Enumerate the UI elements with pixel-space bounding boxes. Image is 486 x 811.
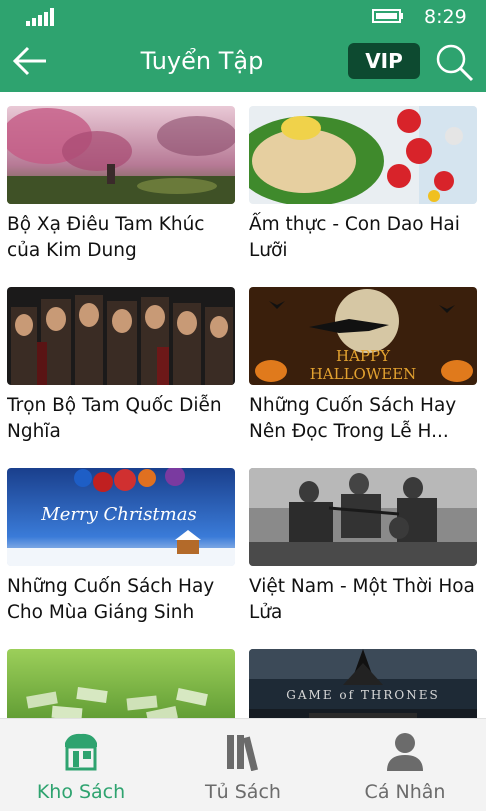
bookstore-icon [65,733,97,771]
header: Tuyển Tập VIP [0,34,486,92]
status-bar: 8:29 [0,0,486,34]
book-card[interactable]: HAPPY HALLOWEEN Những Cuốn Sách Hay Nên … [249,287,477,445]
tab-label: Kho Sách [36,781,126,803]
book-title: Bộ Xạ Điêu Tam Khúc của Kim Dung [7,214,205,261]
tab-label: Tủ Sách [205,781,281,803]
tab-kho-sach[interactable]: Kho Sách [0,719,162,811]
book-card[interactable]: Trọn Bộ Tam Quốc Diễn Nghĩa [7,287,235,445]
bottom-tab-bar: Kho Sách Tủ Sách Cá Nhân [0,718,486,811]
book-thumbnail: Merry Christmas [7,468,235,566]
book-thumbnail [7,287,235,385]
page-title: Tuyển Tập [140,47,264,75]
book-card[interactable]: Bộ Xạ Điêu Tam Khúc của Kim Dung [7,106,235,264]
book-title: Trọn Bộ Tam Quốc Diễn Nghĩa [7,395,222,442]
tab-ca-nhan[interactable]: Cá Nhân [324,719,486,811]
status-time: 8:29 [424,6,467,28]
book-title: Việt Nam - Một Thời Hoa Lửa [249,576,475,623]
tab-tu-sach[interactable]: Tủ Sách [162,719,324,811]
book-card[interactable]: GAME of THRONES [249,649,477,718]
book-thumbnail: HAPPY HALLOWEEN [249,287,477,385]
book-card[interactable]: Merry Christmas Những Cuốn Sách Hay Cho … [7,468,235,626]
book-title: Những Cuốn Sách Hay Cho Mùa Giáng Sinh [7,576,215,623]
battery-icon [372,9,403,23]
book-thumbnail: GAME of THRONES [249,649,477,718]
user-icon [387,733,423,771]
book-card[interactable]: Việt Nam - Một Thời Hoa Lửa [249,468,477,626]
book-title: Ẩm thực - Con Dao Hai Lưỡi [249,214,460,261]
book-thumbnail [249,468,477,566]
book-thumbnail [7,649,235,718]
vip-button[interactable]: VIP [348,43,420,79]
book-grid: Bộ Xạ Điêu Tam Khúc của Kim Dung Ẩm thực… [0,92,486,718]
got-title: GAME of THRONES [286,688,439,702]
halloween-line-1: HAPPY [336,347,391,365]
search-icon[interactable] [434,42,474,82]
halloween-line-2: HALLOWEEN [310,365,417,383]
bookshelf-icon [227,735,258,771]
book-card[interactable]: Ẩm thực - Con Dao Hai Lưỡi [249,106,477,264]
tab-label: Cá Nhân [364,781,446,803]
book-card[interactable] [7,649,235,718]
book-title: Những Cuốn Sách Hay Nên Đọc Trong Lễ H..… [249,395,457,442]
signal-icon [26,8,54,26]
christmas-greeting: Merry Christmas [40,504,196,525]
book-thumbnail [249,106,477,204]
book-thumbnail [7,106,235,204]
